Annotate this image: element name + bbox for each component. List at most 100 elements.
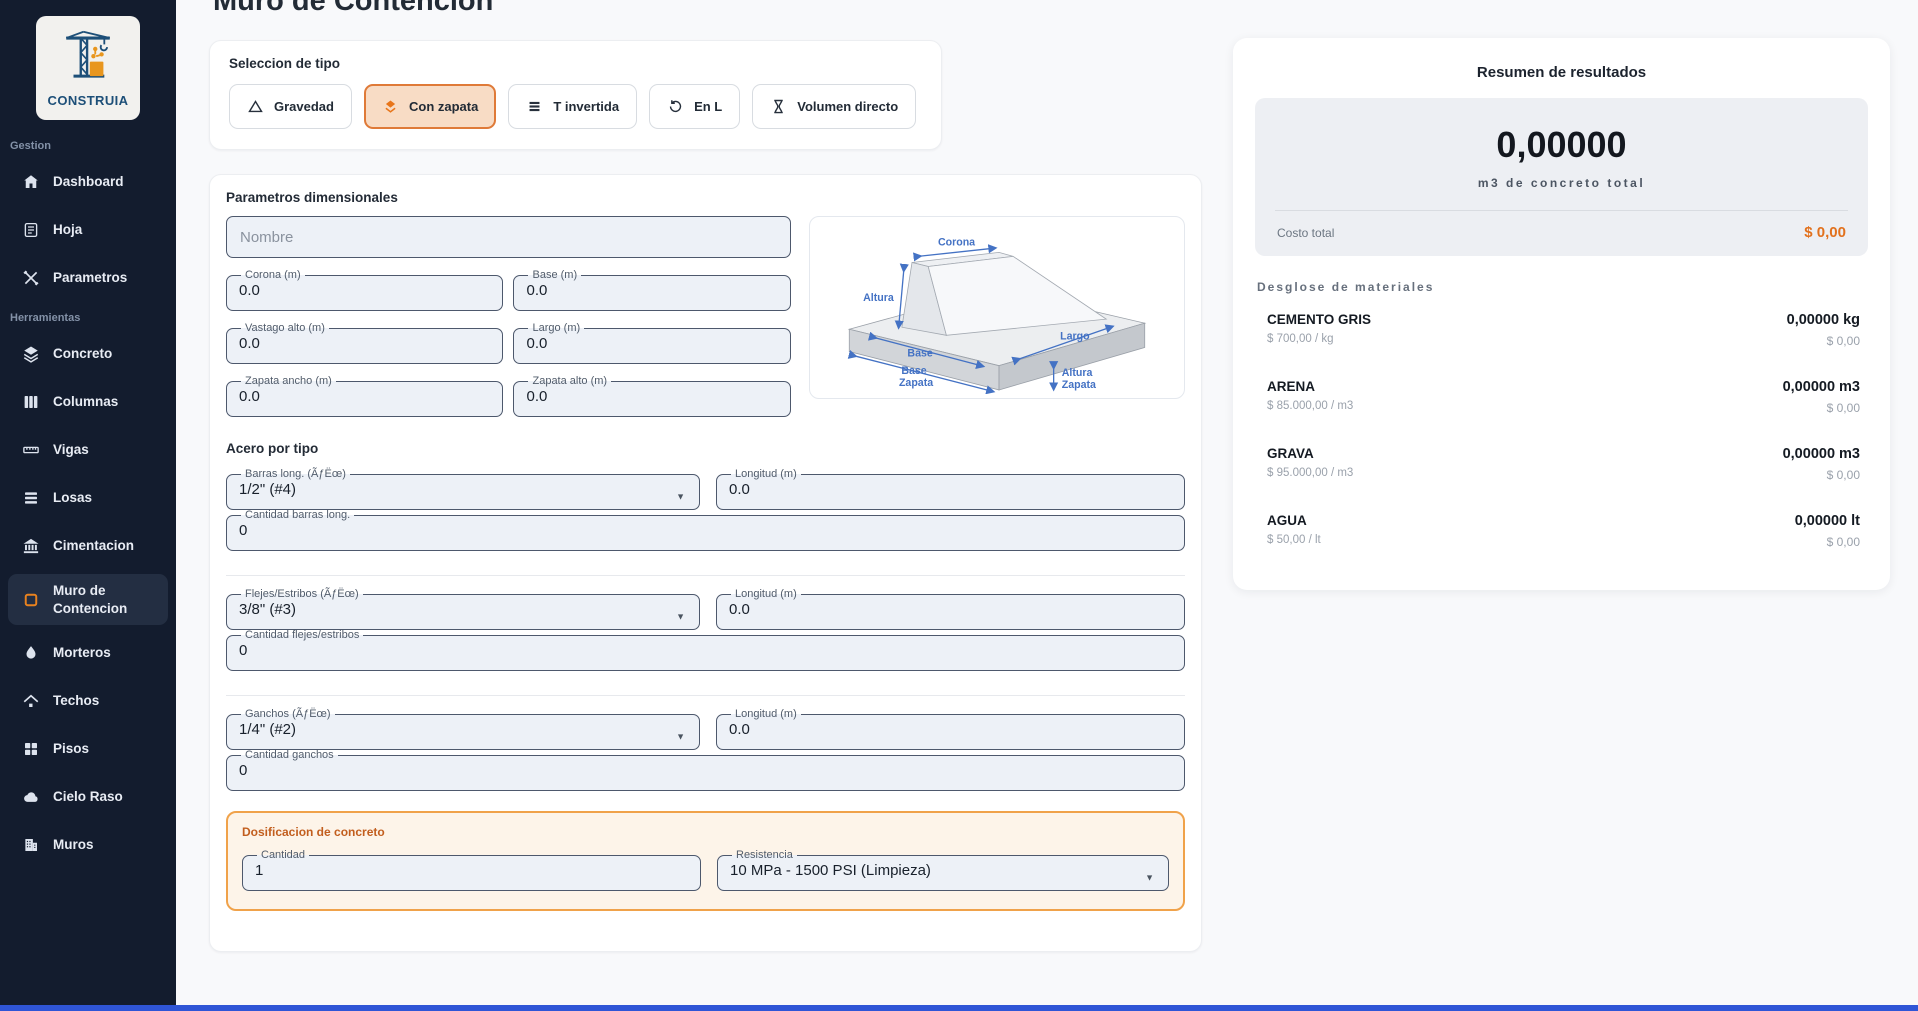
type-button-en-l[interactable]: En L (649, 84, 740, 129)
hourglass-icon (770, 98, 787, 115)
chevron-down-icon: ▼ (676, 731, 685, 741)
sidebar-item-columnas[interactable]: Columnas (8, 382, 168, 422)
name-input[interactable] (226, 216, 791, 258)
type-selection-heading: Seleccion de tipo (229, 56, 922, 71)
sidebar-item-muro-de-contencion[interactable]: Muro de Contencion (8, 574, 168, 625)
cantidad-ganchos-field[interactable]: Cantidad ganchos 0 (226, 750, 1185, 791)
total-concrete-value: 0,00000 (1275, 124, 1848, 166)
sidebar-item-concreto[interactable]: Concreto (8, 334, 168, 374)
type-button-volumen-directo[interactable]: Volumen directo (752, 84, 916, 129)
barras-diameter-select[interactable]: Barras long. (ÃƒËœ) 1/2" (#4) ▼ (226, 469, 700, 510)
dosage-section: Dosificacion de concreto Cantidad 1 Resi… (226, 811, 1185, 911)
dimension-fields: Corona (m) 0.0 Base (m) 0.0 Vastago alto… (226, 216, 791, 417)
zapata-alto-field[interactable]: Zapata alto (m) 0.0 (513, 376, 791, 417)
roof-icon (22, 692, 40, 710)
chevron-down-icon: ▼ (676, 491, 685, 501)
dosage-cantidad-field[interactable]: Cantidad 1 (242, 850, 701, 891)
section-divider (226, 575, 1185, 576)
largo-field[interactable]: Largo (m) 0.0 (513, 323, 791, 364)
material-row-agua: AGUA $ 50,00 / lt 0,00000 lt $ 0,00 (1255, 497, 1868, 564)
total-summary-box: 0,00000 m3 de concreto total Costo total… (1255, 98, 1868, 256)
dimensions-heading: Parametros dimensionales (226, 190, 1185, 205)
sidebar-item-hoja[interactable]: Hoja (8, 210, 168, 250)
sidebar-section-herramientas: Herramientas (10, 312, 176, 324)
diagram-label-largo: Largo (1060, 330, 1090, 342)
layers-diamond-icon (382, 98, 399, 115)
steel-heading: Acero por tipo (226, 441, 1185, 456)
svg-text:Zapata: Zapata (899, 376, 933, 388)
cantidad-barras-field[interactable]: Cantidad barras long. 0 (226, 510, 1185, 551)
cantidad-flejes-field[interactable]: Cantidad flejes/estribos 0 (226, 630, 1185, 671)
zapata-ancho-field[interactable]: Zapata ancho (m) 0.0 (226, 376, 503, 417)
sidebar-item-dashboard[interactable]: Dashboard (8, 162, 168, 202)
square-outline-icon (22, 591, 40, 609)
ganchos-longitud-field[interactable]: Longitud (m) 0.0 (716, 709, 1185, 750)
sidebar-section-gestion: Gestion (10, 140, 176, 152)
flejes-longitud-field[interactable]: Longitud (m) 0.0 (716, 589, 1185, 630)
sidebar-item-morteros[interactable]: Morteros (8, 633, 168, 673)
svg-text:Zapata: Zapata (1062, 378, 1096, 390)
layers-icon (22, 345, 40, 363)
bank-icon (22, 537, 40, 555)
chevron-down-icon: ▼ (676, 611, 685, 621)
vastago-alto-field[interactable]: Vastago alto (m) 0.0 (226, 323, 503, 364)
breakdown-heading: Desglose de materiales (1257, 280, 1868, 294)
dosage-heading: Dosificacion de concreto (242, 825, 1169, 839)
diagram-label-altura: Altura (863, 291, 894, 303)
tools-icon (22, 269, 40, 287)
droplet-icon (22, 644, 40, 662)
sidebar-item-losas[interactable]: Losas (8, 478, 168, 518)
sidebar: CONSTRUIA Gestion Dashboard Hoja Paramet… (0, 0, 176, 1011)
app-name: CONSTRUIA (48, 93, 129, 108)
parameters-card: Parametros dimensionales Corona (m) 0.0 … (209, 174, 1202, 952)
type-selection-card: Seleccion de tipo Gravedad Con zapata T … (209, 40, 942, 150)
corona-field[interactable]: Corona (m) 0.0 (226, 270, 503, 311)
base-field[interactable]: Base (m) 0.0 (513, 270, 791, 311)
sidebar-item-pisos[interactable]: Pisos (8, 729, 168, 769)
sidebar-item-techos[interactable]: Techos (8, 681, 168, 721)
crane-logo-icon (59, 29, 117, 92)
barras-longitud-field[interactable]: Longitud (m) 0.0 (716, 469, 1185, 510)
type-button-t-invertida[interactable]: T invertida (508, 84, 637, 129)
wall-diagram: Corona Altura Base Largo Base Zapata Alt… (809, 216, 1185, 399)
grid-icon (22, 740, 40, 758)
results-title: Resumen de resultados (1255, 64, 1868, 81)
ruler-icon (22, 441, 40, 459)
material-row-cemento: CEMENTO GRIS $ 700,00 / kg 0,00000 kg $ … (1255, 296, 1868, 363)
page-title: Muro de Contención (213, 0, 1918, 18)
results-panel: Resumen de resultados 0,00000 m3 de conc… (1233, 38, 1890, 590)
material-row-arena: ARENA $ 85.000,00 / m3 0,00000 m3 $ 0,00 (1255, 363, 1868, 430)
rotate-icon (667, 98, 684, 115)
svg-text:Base: Base (901, 364, 926, 376)
sidebar-item-vigas[interactable]: Vigas (8, 430, 168, 470)
sidebar-item-cimentacion[interactable]: Cimentacion (8, 526, 168, 566)
app-window: CONSTRUIA Gestion Dashboard Hoja Paramet… (0, 0, 1918, 1011)
section-divider (226, 695, 1185, 696)
flejes-diameter-select[interactable]: Flejes/Estribos (ÃƒËœ) 3/8" (#3) ▼ (226, 589, 700, 630)
building-icon (22, 836, 40, 854)
slabs-icon (22, 489, 40, 507)
sidebar-item-cielo-raso[interactable]: Cielo Raso (8, 777, 168, 817)
material-row-grava: GRAVA $ 95.000,00 / m3 0,00000 m3 $ 0,00 (1255, 430, 1868, 497)
triangle-icon (247, 98, 264, 115)
home-icon (22, 173, 40, 191)
type-button-gravedad[interactable]: Gravedad (229, 84, 352, 129)
diagram-label-base: Base (907, 347, 932, 359)
sheet-icon (22, 221, 40, 239)
columns-icon (22, 393, 40, 411)
type-button-row: Gravedad Con zapata T invertida En L Vol… (229, 84, 922, 129)
total-cost-label: Costo total (1277, 226, 1334, 240)
bars-icon (526, 98, 543, 115)
cloud-icon (22, 788, 40, 806)
total-cost-value: $ 0,00 (1804, 224, 1846, 241)
app-logo: CONSTRUIA (36, 16, 140, 120)
total-concrete-unit: m3 de concreto total (1275, 176, 1848, 190)
sidebar-item-muros[interactable]: Muros (8, 825, 168, 865)
type-button-con-zapata[interactable]: Con zapata (364, 84, 496, 129)
svg-text:Altura: Altura (1062, 366, 1093, 378)
resistencia-select[interactable]: Resistencia 10 MPa - 1500 PSI (Limpieza)… (717, 850, 1169, 891)
chevron-down-icon: ▼ (1145, 872, 1154, 882)
ganchos-diameter-select[interactable]: Ganchos (ÃƒËœ) 1/4" (#2) ▼ (226, 709, 700, 750)
sidebar-item-parametros[interactable]: Parametros (8, 258, 168, 298)
bottom-accent-bar (0, 1005, 1918, 1011)
